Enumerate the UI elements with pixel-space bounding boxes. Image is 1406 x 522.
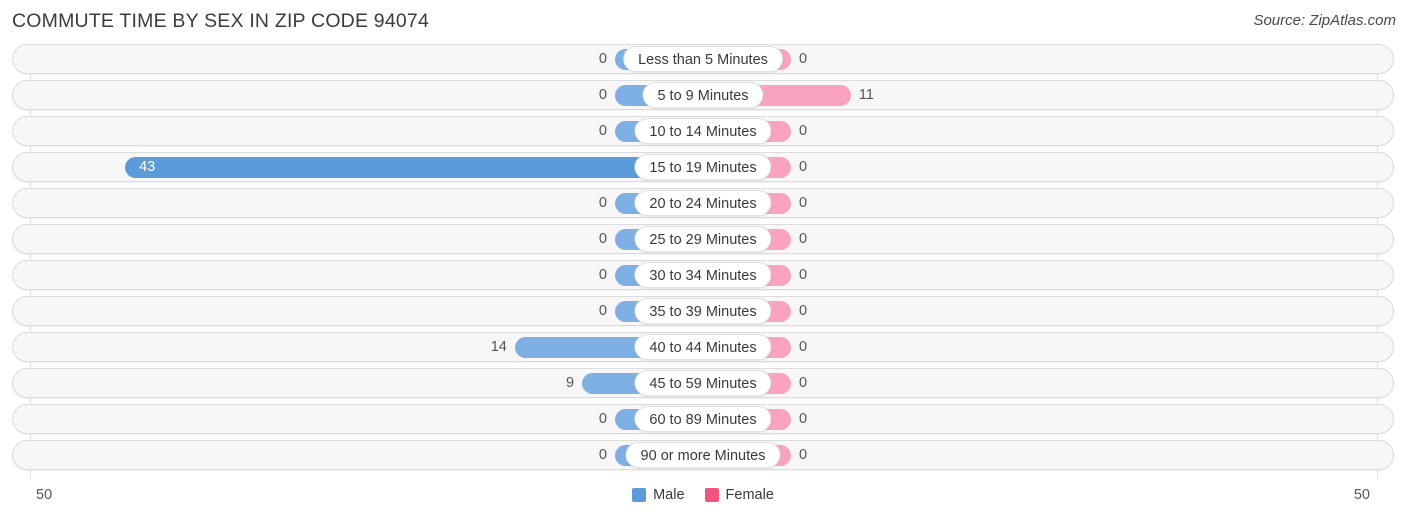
value-label-female: 0 <box>799 195 808 211</box>
chart-row: 0 0 20 to 24 Minutes <box>0 188 1406 218</box>
value-label-male: 0 <box>598 411 607 427</box>
legend-label: Female <box>725 487 774 503</box>
value-label-female: 0 <box>799 339 808 355</box>
value-label-female: 0 <box>799 51 808 67</box>
value-label-female: 0 <box>799 303 808 319</box>
value-label-female: 0 <box>799 447 808 463</box>
value-label-female: 0 <box>799 231 808 247</box>
value-label-male: 14 <box>490 339 507 355</box>
chart-footer: 50 50 Male Female <box>0 479 1406 522</box>
category-label: 15 to 19 Minutes <box>634 154 772 180</box>
chart-row: 0 0 90 or more Minutes <box>0 440 1406 470</box>
value-label-male: 0 <box>598 267 607 283</box>
chart-row: 0 0 10 to 14 Minutes <box>0 116 1406 146</box>
value-label-female: 0 <box>799 411 808 427</box>
chart-row: 0 0 35 to 39 Minutes <box>0 296 1406 326</box>
chart-header: COMMUTE TIME BY SEX IN ZIP CODE 94074 So… <box>0 0 1406 44</box>
bar-male <box>125 157 703 178</box>
value-label-female: 11 <box>858 87 874 103</box>
chart-row: 43 0 15 to 19 Minutes <box>0 152 1406 182</box>
value-label-male: 0 <box>598 303 607 319</box>
value-label-male: 0 <box>598 87 607 103</box>
chart-row: 0 0 Less than 5 Minutes <box>0 44 1406 74</box>
category-label: 25 to 29 Minutes <box>634 226 772 252</box>
chart-row: 0 0 60 to 89 Minutes <box>0 404 1406 434</box>
chart-legend: Male Female <box>0 487 1406 503</box>
category-label: 10 to 14 Minutes <box>634 118 772 144</box>
legend-swatch-icon <box>704 488 719 502</box>
value-label-female: 0 <box>799 267 808 283</box>
category-label: Less than 5 Minutes <box>623 46 783 72</box>
legend-label: Male <box>653 487 685 503</box>
chart-row: 0 0 25 to 29 Minutes <box>0 224 1406 254</box>
value-label-female: 0 <box>799 123 808 139</box>
chart-plot-area: 0 0 Less than 5 Minutes 0 11 5 to 9 Minutes 0 0… <box>0 44 1406 479</box>
legend-swatch-icon <box>632 488 647 502</box>
value-label-female: 0 <box>799 159 808 175</box>
category-label: 90 or more Minutes <box>625 442 781 468</box>
category-label: 60 to 89 Minutes <box>634 406 772 432</box>
category-label: 40 to 44 Minutes <box>634 334 772 360</box>
chart-row: 0 0 30 to 34 Minutes <box>0 260 1406 290</box>
value-label-male: 0 <box>598 51 607 67</box>
chart-row: 0 11 5 to 9 Minutes <box>0 80 1406 110</box>
source-attribution: Source: ZipAtlas.com <box>1253 12 1396 29</box>
chart-row: 14 0 40 to 44 Minutes <box>0 332 1406 362</box>
category-label: 45 to 59 Minutes <box>634 370 772 396</box>
value-label-male: 0 <box>598 231 607 247</box>
page-title: COMMUTE TIME BY SEX IN ZIP CODE 94074 <box>12 10 430 32</box>
value-label-male: 0 <box>598 123 607 139</box>
category-label: 35 to 39 Minutes <box>634 298 772 324</box>
chart-row: 9 0 45 to 59 Minutes <box>0 368 1406 398</box>
category-label: 30 to 34 Minutes <box>634 262 772 288</box>
value-label-male: 9 <box>565 375 575 391</box>
legend-item[interactable]: Female <box>704 487 774 503</box>
category-label: 5 to 9 Minutes <box>642 82 764 108</box>
value-label-male: 43 <box>139 159 156 175</box>
value-label-male: 0 <box>598 447 607 463</box>
value-label-male: 0 <box>598 195 607 211</box>
legend-item[interactable]: Male <box>632 487 685 503</box>
value-label-female: 0 <box>799 375 808 391</box>
category-label: 20 to 24 Minutes <box>634 190 772 216</box>
bar-rows-container: 0 0 Less than 5 Minutes 0 11 5 to 9 Minutes 0 0… <box>0 44 1406 476</box>
